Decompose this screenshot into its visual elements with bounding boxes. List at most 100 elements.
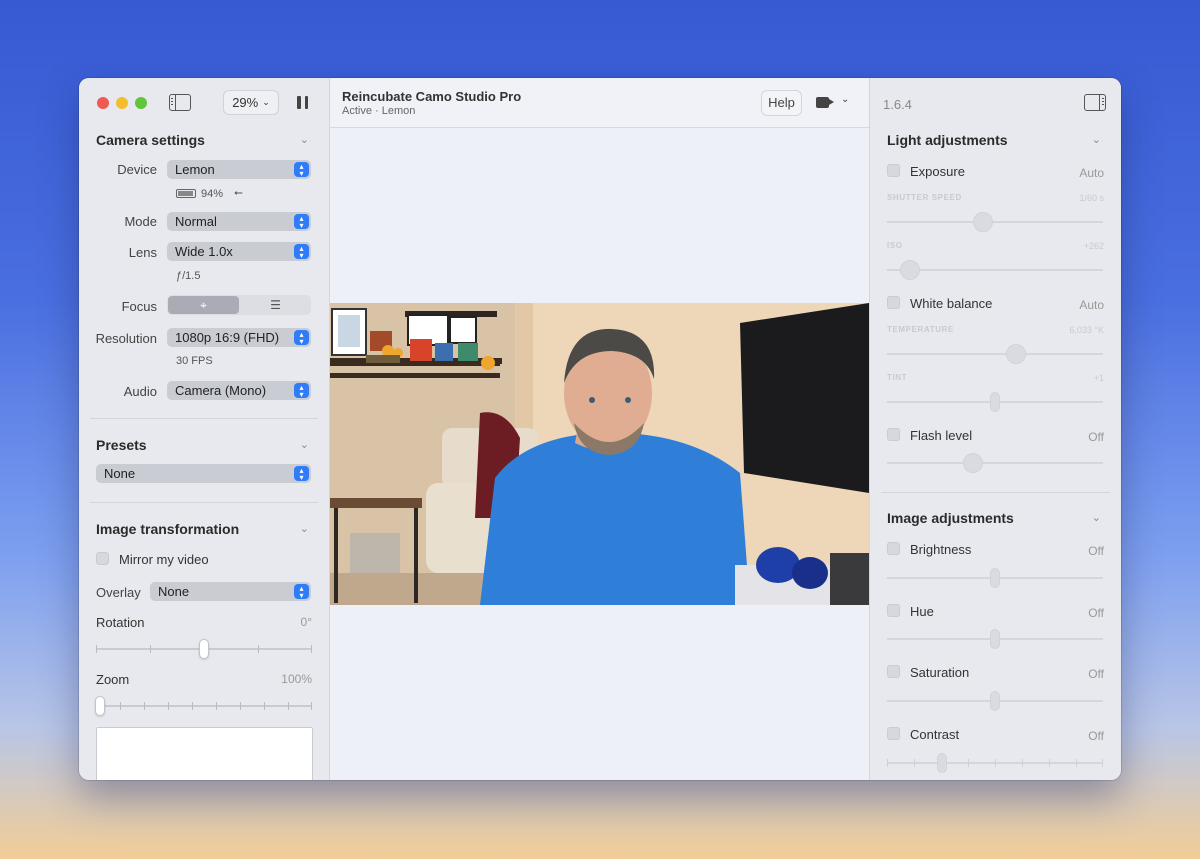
divider (881, 492, 1110, 493)
camera-settings-chevron-icon[interactable]: ⌄ (300, 133, 309, 146)
divider (90, 502, 318, 503)
shutter-speed-value: 1/60 s (1079, 193, 1104, 203)
flash-level-checkbox[interactable] (887, 428, 900, 441)
device-status: 94% ⭠ (176, 187, 243, 200)
saturation-checkbox[interactable] (887, 665, 900, 678)
hue-knob[interactable] (990, 629, 1000, 649)
chevron-down-icon: ⌄ (262, 97, 270, 107)
zoom-slider[interactable] (95, 696, 312, 716)
zoom-slider-knob[interactable] (95, 696, 105, 716)
flash-level-slider[interactable] (887, 453, 1103, 473)
camera-settings-title: Camera settings (96, 132, 205, 148)
brightness-label: Brightness (910, 542, 972, 557)
sidebar-toggle-icon[interactable] (169, 94, 191, 111)
audio-select[interactable]: Camera (Mono) ▴ ▾ (167, 381, 311, 400)
select-arrows-icon: ▴ ▾ (294, 383, 309, 399)
mirror-checkbox[interactable] (96, 552, 109, 565)
contrast-value: Off (1088, 729, 1104, 743)
rotation-value: 0° (300, 615, 312, 629)
flash-level-value: Off (1088, 430, 1104, 444)
overlay-value: None (158, 584, 190, 599)
presets-title: Presets (96, 437, 147, 453)
audio-label: Audio (123, 384, 157, 399)
zoom-window-button[interactable] (135, 97, 147, 109)
overlay-label: Overlay (96, 585, 141, 600)
minimize-window-button[interactable] (116, 97, 128, 109)
rotation-label: Rotation (96, 615, 145, 630)
overlay-select[interactable]: None ▴ ▾ (150, 582, 311, 601)
battery-level: 94% (201, 187, 224, 200)
hue-checkbox[interactable] (887, 604, 900, 617)
device-value: Lemon (175, 162, 215, 177)
video-camera-icon[interactable] (816, 97, 834, 108)
battery-icon (176, 189, 196, 198)
brightness-checkbox[interactable] (887, 542, 900, 555)
image-adjustments-chevron-icon[interactable]: ⌄ (1092, 511, 1101, 524)
divider (90, 418, 318, 419)
shutter-speed-label: SHUTTER SPEED (887, 193, 962, 202)
exposure-checkbox[interactable] (887, 164, 900, 177)
left-sidebar: 29% ⌄ Camera settings ⌄ Device Lemon ▴ ▾ … (79, 78, 330, 780)
tint-value: +1 (1093, 373, 1104, 383)
brightness-knob[interactable] (990, 568, 1000, 588)
iso-knob[interactable] (900, 260, 920, 280)
focus-manual-sliders-icon[interactable]: ☰ (240, 296, 311, 314)
pause-icon[interactable] (297, 96, 308, 109)
video-frame-illustration (330, 303, 869, 605)
fps-value: 30 FPS (176, 355, 213, 367)
resolution-select[interactable]: 1080p 16:9 (FHD) ▴ ▾ (167, 328, 311, 347)
temperature-value: 6,033 °K (1069, 325, 1104, 335)
close-window-button[interactable] (97, 97, 109, 109)
saturation-knob[interactable] (990, 691, 1000, 711)
rotation-slider-knob[interactable] (199, 639, 209, 659)
presets-chevron-icon[interactable]: ⌄ (300, 438, 309, 451)
shutter-speed-knob[interactable] (973, 212, 993, 232)
saturation-value: Off (1088, 667, 1104, 681)
contrast-label: Contrast (910, 727, 960, 742)
rotation-slider[interactable] (96, 639, 312, 659)
presets-select[interactable]: None ▴ ▾ (96, 464, 311, 483)
temperature-slider[interactable] (887, 344, 1103, 364)
version-label: 1.6.4 (883, 97, 912, 112)
temperature-knob[interactable] (1006, 344, 1026, 364)
select-arrows-icon: ▴ ▾ (294, 214, 309, 230)
shutter-speed-slider[interactable] (887, 212, 1103, 232)
brightness-slider[interactable] (887, 568, 1103, 588)
app-title: Reincubate Camo Studio Pro (342, 89, 522, 104)
presets-value: None (104, 466, 136, 481)
brightness-value: Off (1088, 544, 1104, 558)
contrast-checkbox[interactable] (887, 727, 900, 740)
overlay-preview-box (96, 727, 313, 780)
toolbar: Reincubate Camo Studio Pro Active · Lemo… (330, 78, 869, 128)
zoom-label: Zoom (96, 672, 130, 687)
tint-slider[interactable] (887, 392, 1103, 412)
lens-label: Lens (128, 245, 157, 260)
inspector-toggle-icon[interactable] (1084, 94, 1106, 111)
flash-level-knob[interactable] (963, 453, 983, 473)
contrast-slider[interactable] (887, 753, 1103, 773)
app-window: 29% ⌄ Camera settings ⌄ Device Lemon ▴ ▾ … (79, 78, 1121, 780)
white-balance-checkbox[interactable] (887, 296, 900, 309)
lens-select[interactable]: Wide 1.0x ▴ ▾ (167, 242, 311, 261)
iso-slider[interactable] (887, 260, 1103, 280)
focus-label: Focus (121, 299, 157, 314)
app-status: Active · Lemon (342, 105, 416, 117)
light-adjustments-chevron-icon[interactable]: ⌄ (1092, 133, 1101, 146)
main-preview-area: Reincubate Camo Studio Pro Active · Lemo… (330, 78, 869, 780)
zoom-value: 100% (281, 672, 312, 686)
tint-knob[interactable] (990, 392, 1000, 412)
select-arrows-icon: ▴ ▾ (294, 466, 309, 482)
image-transformation-chevron-icon[interactable]: ⌄ (300, 522, 309, 535)
device-label: Device (117, 162, 157, 177)
mode-select[interactable]: Normal ▴ ▾ (167, 212, 311, 231)
contrast-knob[interactable] (937, 753, 947, 773)
hue-slider[interactable] (887, 629, 1103, 649)
chevron-down-icon[interactable]: ⌄ (841, 94, 849, 105)
help-button[interactable]: Help (761, 90, 802, 116)
select-arrows-icon: ▴ ▾ (294, 330, 309, 346)
focus-auto-crosshair-icon[interactable]: ⌖ (168, 296, 239, 314)
resolution-value: 1080p 16:9 (FHD) (175, 330, 280, 345)
zoom-level-button[interactable]: 29% ⌄ (223, 90, 279, 115)
device-select[interactable]: Lemon ▴ ▾ (167, 160, 311, 179)
saturation-slider[interactable] (887, 691, 1103, 711)
